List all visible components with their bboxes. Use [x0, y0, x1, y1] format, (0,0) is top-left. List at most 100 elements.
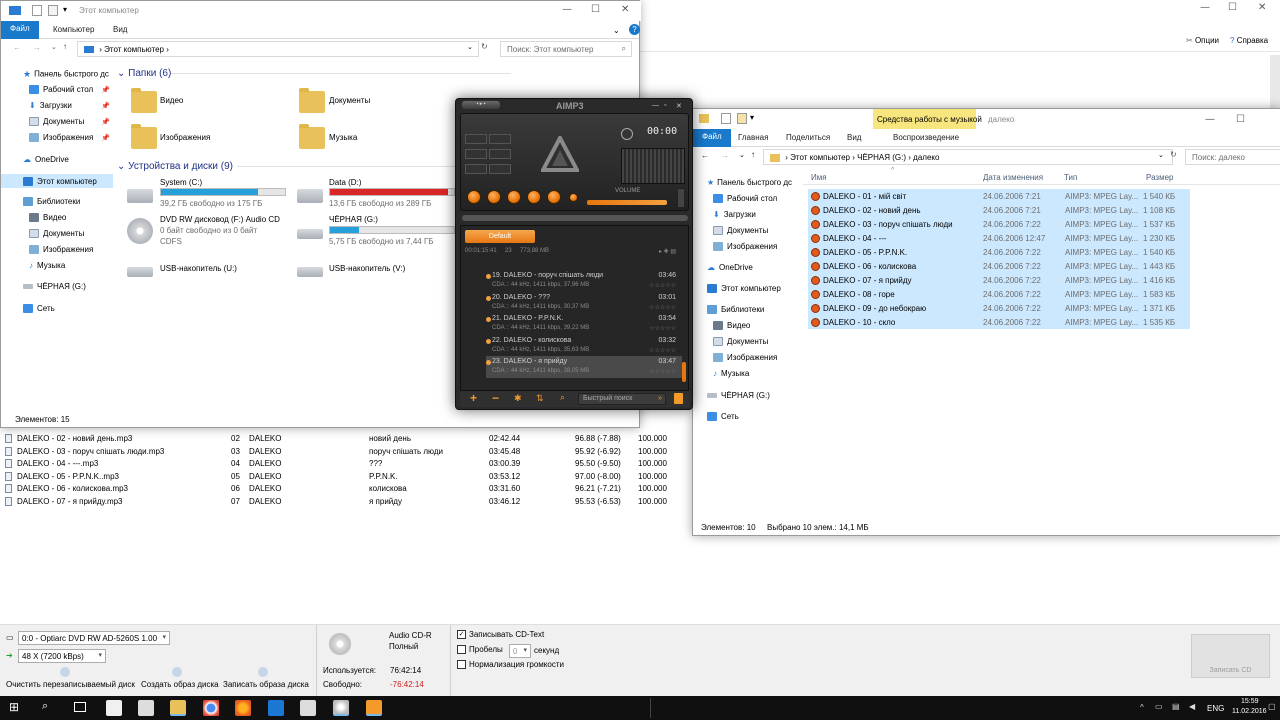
remove-icon[interactable]: −: [492, 391, 499, 405]
maximize-icon[interactable]: ☐: [1236, 114, 1245, 125]
file-row[interactable]: DALEKO - 05 - P.P.N.K. 24.06.2006 7:22 AIM…: [808, 245, 1190, 259]
tab-home[interactable]: Главная: [738, 133, 768, 142]
file-row[interactable]: DALEKO - 08 - горе 24.06.2006 7:22 AIMP3: …: [808, 287, 1190, 301]
file-row[interactable]: DALEKO - 10 - скло 24.06.2006 7:22 AIMP3: …: [808, 315, 1190, 329]
normalize-checkbox[interactable]: Нормализация громкости: [457, 660, 564, 670]
help-link[interactable]: ? Справка: [1230, 36, 1268, 45]
burn-image-button[interactable]: Записать образа диска: [223, 680, 309, 689]
column-date-modified[interactable]: Дата изменения: [983, 173, 1043, 182]
sort-icon[interactable]: ✱: [514, 393, 522, 404]
previous-button[interactable]: [467, 190, 481, 204]
close-icon[interactable]: ✕: [1258, 2, 1266, 13]
speed-select[interactable]: 48 X (7200 kBps): [18, 649, 106, 663]
clock-date[interactable]: 11.02.2016: [1232, 708, 1267, 715]
rating-stars-icon[interactable]: ☆☆☆☆☆: [649, 282, 676, 289]
file-row[interactable]: DALEKO - 01 - мій світ 24.06.2006 7:21 AIM…: [808, 189, 1190, 203]
up-icon[interactable]: ↑: [751, 150, 755, 159]
playlist-track-row[interactable]: 23. DALEKO - я прийду 03:47 CDA :: 44 kHz,…: [486, 356, 682, 378]
properties-icon[interactable]: [32, 5, 42, 16]
nav-libraries[interactable]: Библиотеки: [707, 305, 764, 315]
nav-onedrive[interactable]: ☁ OneDrive: [23, 155, 69, 164]
nav-onedrive[interactable]: ☁ OneDrive: [707, 263, 753, 272]
cdtext-checkbox[interactable]: ✓ Записывать CD-Text: [457, 630, 544, 640]
nav-lib-pictures[interactable]: Изображения: [713, 353, 777, 363]
folder-documents-label[interactable]: Документы: [329, 96, 370, 105]
address-bar[interactable]: › Этот компьютер ›: [77, 41, 479, 57]
breadcrumb-daleko[interactable]: далеко: [913, 153, 939, 162]
new-folder-icon[interactable]: [737, 113, 747, 124]
help-icon[interactable]: ?: [629, 24, 640, 35]
menu-buttons[interactable]: ▪ ▸ ▪: [462, 101, 500, 109]
usb-drive-icon[interactable]: [127, 267, 153, 277]
quick-search-input[interactable]: Быстрый поиск »: [578, 393, 666, 405]
breadcrumb-this-pc[interactable]: Этот компьютер: [104, 45, 164, 54]
file-row[interactable]: DALEKO - 06 - колискова 24.06.2006 7:22 AI…: [808, 259, 1190, 273]
nav-lib-documents[interactable]: Документы: [29, 229, 84, 239]
minimize-icon[interactable]: —: [652, 102, 659, 109]
drive-v-label[interactable]: USB-накопитель (V:): [329, 264, 405, 273]
minimize-icon[interactable]: —: [562, 4, 572, 15]
close-icon[interactable]: ✕: [676, 102, 682, 110]
column-type[interactable]: Тип: [1064, 173, 1077, 182]
nav-drive-g[interactable]: ЧЁРНАЯ (G:): [707, 391, 770, 400]
folder-videos-label[interactable]: Видео: [160, 96, 183, 105]
feather-app-icon[interactable]: [106, 700, 122, 716]
burner-track-row[interactable]: DALEKO - 07 - я прийду.mp3 07 DALEKO я прий…: [0, 495, 690, 508]
nav-libraries[interactable]: Библиотеки: [23, 197, 80, 207]
file-row[interactable]: DALEKO - 03 - поруч спішать люди 24.06.20…: [808, 217, 1190, 231]
option-button[interactable]: [465, 164, 487, 174]
burner-track-row[interactable]: DALEKO - 04 - ---.mp3 04 DALEKO??? 03:00.39…: [0, 457, 690, 470]
maximize-icon[interactable]: ☐: [1228, 2, 1237, 13]
file-row[interactable]: DALEKO - 09 - до небокраю 24.06.2006 7:22…: [808, 301, 1190, 315]
drive-select[interactable]: 0:0 - Optiarc DVD RW AD-5260S 1.00: [18, 631, 170, 645]
nav-lib-documents[interactable]: Документы: [713, 337, 768, 347]
playlist-track-row[interactable]: 22. DALEKO - колискова 03:32 CDA :: 44 kHz…: [486, 335, 682, 357]
playlist-menu-icon[interactable]: ▸ ✚ ▤: [659, 248, 676, 255]
store-icon[interactable]: [138, 700, 154, 716]
playlist-button[interactable]: [489, 134, 511, 144]
nav-music[interactable]: ♪ Музыка: [713, 369, 749, 378]
nav-this-pc[interactable]: Этот компьютер: [707, 284, 781, 294]
nav-network[interactable]: Сеть: [23, 304, 55, 314]
nav-quick-access[interactable]: ★ Панель быстрого дс: [23, 69, 109, 80]
search-input[interactable]: Поиск: Этот компьютер ⌕: [500, 41, 632, 57]
nav-documents[interactable]: Документы: [29, 117, 84, 127]
playlist-track-row[interactable]: 19. DALEKO - поруч спішать люди 03:46 CDA …: [486, 270, 682, 292]
close-icon[interactable]: ✕: [621, 4, 629, 15]
back-icon[interactable]: ←: [701, 151, 709, 160]
system-drive-icon[interactable]: [127, 189, 153, 203]
column-name[interactable]: Имя: [811, 173, 827, 182]
battery-icon[interactable]: ▭: [1155, 702, 1163, 711]
chrome-icon[interactable]: [203, 700, 219, 716]
playlist-file-icon[interactable]: [674, 393, 683, 404]
nav-documents[interactable]: Документы: [713, 226, 768, 236]
pin-icon[interactable]: 📌: [101, 118, 110, 126]
notifications-icon[interactable]: ▢: [1268, 702, 1276, 711]
tab-file[interactable]: Файл: [1, 21, 39, 39]
drive-f-label[interactable]: DVD RW дисковод (F:) Audio CD: [160, 215, 280, 224]
file-row[interactable]: DALEKO - 04 - --- 24.06.2006 12:47 AIMP3: …: [808, 231, 1190, 245]
refresh-icon[interactable]: ↻: [481, 42, 488, 51]
volume-slider[interactable]: [587, 200, 667, 205]
volume-icon[interactable]: ◀: [1189, 702, 1195, 711]
language-indicator[interactable]: ENG: [1207, 704, 1224, 713]
tray-chevron-icon[interactable]: ^: [1140, 703, 1144, 712]
clock-time[interactable]: 15:59: [1241, 698, 1259, 705]
aimp-icon[interactable]: [366, 700, 382, 716]
address-bar[interactable]: › Этот компьютер › ЧЁРНАЯ (G:) › далеко: [763, 149, 1173, 165]
breadcrumb-this-pc[interactable]: Этот компьютер: [790, 153, 850, 162]
refresh-icon[interactable]: ↻: [1170, 150, 1177, 159]
up-icon[interactable]: ↑: [63, 42, 67, 51]
nav-drive-g[interactable]: ЧЁРНАЯ (G:): [23, 282, 86, 291]
tab-view[interactable]: Вид: [113, 25, 127, 34]
nav-videos[interactable]: Видео: [29, 213, 66, 223]
properties-icon[interactable]: [721, 113, 731, 124]
tab-share[interactable]: Поделиться: [786, 133, 830, 142]
nav-network[interactable]: Сеть: [707, 412, 739, 422]
drive-c-label[interactable]: System (C:): [160, 178, 202, 187]
options-link[interactable]: ✂ Опции: [1186, 36, 1219, 45]
tab-view[interactable]: Вид: [847, 133, 861, 142]
folder-music-label[interactable]: Музыка: [329, 133, 357, 142]
music-folder-icon[interactable]: [299, 124, 325, 149]
gaps-checkbox[interactable]: Пробелы: [457, 645, 503, 655]
